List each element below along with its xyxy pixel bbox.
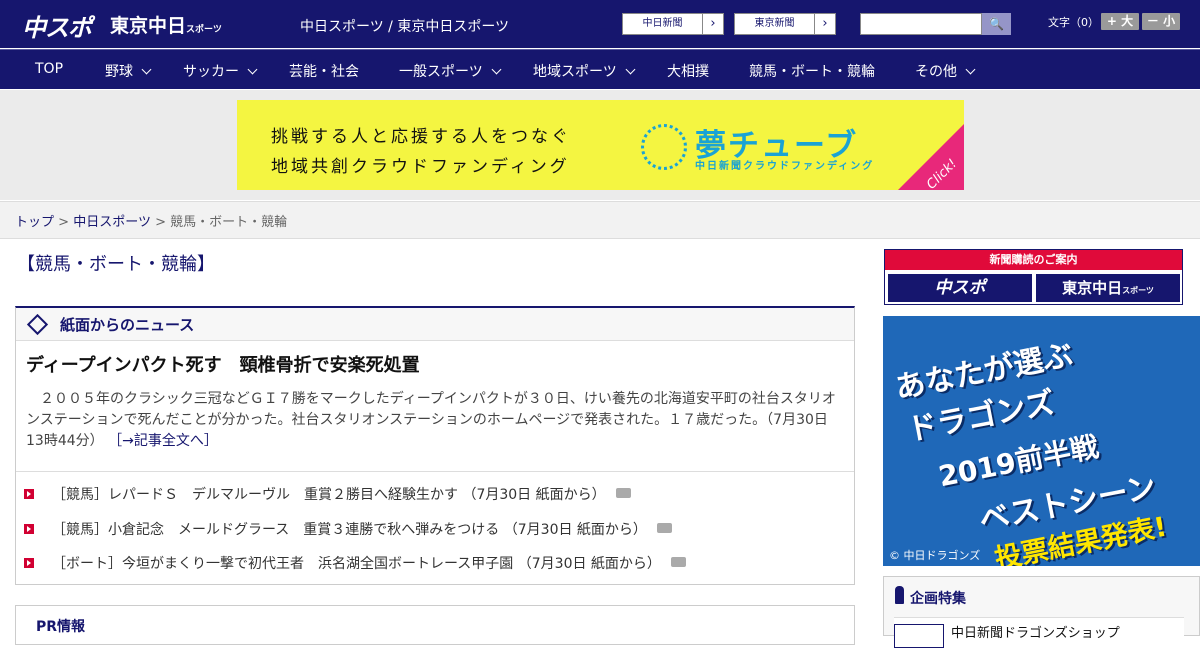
nav-item-soccer[interactable]: サッカー xyxy=(183,61,258,81)
search-input[interactable] xyxy=(860,13,982,35)
search-icon: 🔍 xyxy=(989,17,1004,31)
special-features-box: 企画特集 中日新聞ドラゴンズショップ xyxy=(883,576,1200,648)
chevron-right-icon: › xyxy=(814,14,835,34)
pin-icon xyxy=(895,586,904,604)
dragons-banner[interactable]: あなたが選ぶ ドラゴンズ 2019前半戦 ベストシーン 投票結果発表! © 中日… xyxy=(883,316,1200,566)
font-larger-button[interactable]: + 大 xyxy=(1101,13,1139,30)
camera-icon xyxy=(656,522,672,533)
chevron-down-icon xyxy=(141,64,152,75)
bullet-arrow-icon xyxy=(24,489,34,499)
site-header: 中スポ 東京中日スポーツ 中日スポーツ / 東京中日スポーツ 中日新聞 › 東京新… xyxy=(0,0,1200,48)
subscribe-title: 新聞購読のご案内 xyxy=(885,250,1182,270)
nav-item-local-sports[interactable]: 地域スポーツ xyxy=(533,61,636,81)
lead-article: ディープインパクト死す 頸椎骨折で安楽死処置 ２００５年のクラシック三冠などＧＩ… xyxy=(16,341,854,462)
nav-item-top[interactable]: TOP xyxy=(35,61,63,77)
read-more-link[interactable]: ［→記事全文へ］ xyxy=(108,433,218,449)
chevron-down-icon xyxy=(965,64,976,75)
news-list: ［競馬］レパードＳ デルマルーヴル 重賞２勝目へ経験生かす （7月30日 紙面か… xyxy=(24,484,686,588)
nav-item-keiba[interactable]: 競馬・ボート・競輪 xyxy=(749,61,875,81)
newspaper-icon xyxy=(26,313,49,335)
nav-item-sumo[interactable]: 大相撲 xyxy=(667,61,709,81)
bullet-arrow-icon xyxy=(24,558,34,568)
breadcrumb-chunichi-sports[interactable]: 中日スポーツ xyxy=(73,215,151,230)
chunichi-shimbun-link[interactable]: 中日新聞 › xyxy=(622,13,724,35)
subscribe-box: 新聞購読のご案内 中スポ 東京中日スポーツ xyxy=(884,249,1183,305)
news-section: 紙面からのニュース ディープインパクト死す 頸椎骨折で安楽死処置 ２００５年のク… xyxy=(15,306,855,585)
pr-title: PR情報 xyxy=(36,619,86,635)
breadcrumb-current: 競馬・ボート・競輪 xyxy=(170,215,288,230)
yume-tube-logo-icon xyxy=(641,124,687,170)
pr-section: PR情報 xyxy=(15,605,855,645)
list-item[interactable]: 中日新聞ドラゴンズショップ xyxy=(894,617,1184,648)
bullet-arrow-icon xyxy=(24,523,34,534)
camera-icon xyxy=(615,488,631,498)
breadcrumb: トップ > 中日スポーツ > 競馬・ボート・競輪 xyxy=(0,201,1200,239)
ad-area: 挑戦する人と応援する人をつなぐ 地域共創クラウドファンディング 夢チューブ 中日… xyxy=(0,90,1200,200)
dragons-credit: © 中日ドラゴンズ xyxy=(889,549,981,562)
ad-brand-sub: 中日新聞クラウドファンディング xyxy=(695,161,875,172)
chevron-down-icon xyxy=(625,64,636,75)
chunichi-sports-logo[interactable]: 中スポ xyxy=(22,8,92,43)
page-title: 【競馬・ボート・競輪】 xyxy=(17,254,215,275)
font-size-label: 文字（0） xyxy=(1048,16,1099,29)
list-item[interactable]: ［ボート］今垣がまくり一撃で初代王者 浜名湖全国ボートレース甲子園 （7月30日… xyxy=(24,553,686,588)
nav-item-general-sports[interactable]: 一般スポーツ xyxy=(399,61,502,81)
shop-logo-icon xyxy=(894,624,944,648)
main-nav: TOP 野球 サッカー 芸能・社会 一般スポーツ 地域スポーツ 大相撲 競馬・ボ… xyxy=(0,49,1200,89)
chevron-right-icon: › xyxy=(702,14,723,34)
chevron-down-icon xyxy=(247,64,258,75)
site-name: 中日スポーツ / 東京中日スポーツ xyxy=(300,19,510,35)
search-box: 🔍 xyxy=(860,13,1011,35)
chevron-down-icon xyxy=(491,64,502,75)
divider xyxy=(16,471,854,472)
list-item[interactable]: ［競馬］小倉記念 メールドグラース 重賞３連勝で秋へ弾みをつける （7月30日 … xyxy=(24,519,686,554)
crowdfunding-ad-banner[interactable]: 挑戦する人と応援する人をつなぐ 地域共創クラウドファンディング 夢チューブ 中日… xyxy=(237,100,964,190)
lead-headline[interactable]: ディープインパクト死す 頸椎骨折で安楽死処置 xyxy=(26,351,844,377)
nav-item-other[interactable]: その他 xyxy=(915,61,976,81)
font-smaller-button[interactable]: － 小 xyxy=(1142,13,1180,30)
subscribe-chunichi-button[interactable]: 中スポ xyxy=(888,274,1032,302)
lead-body: ２００５年のクラシック三冠などＧＩ７勝をマークしたディープインパクトが３０日、け… xyxy=(26,391,836,449)
list-item[interactable]: ［競馬］レパードＳ デルマルーヴル 重賞２勝目へ経験生かす （7月30日 紙面か… xyxy=(24,484,686,519)
camera-icon xyxy=(670,557,686,567)
tokyo-chunichi-logo[interactable]: 東京中日スポーツ xyxy=(110,11,222,38)
search-button[interactable]: 🔍 xyxy=(982,13,1011,35)
news-section-header: 紙面からのニュース xyxy=(16,308,854,341)
subscribe-tokyo-button[interactable]: 東京中日スポーツ xyxy=(1036,274,1180,302)
ad-line-1: 挑戦する人と応援する人をつなぐ xyxy=(271,127,571,147)
tokyo-shimbun-link[interactable]: 東京新聞 › xyxy=(734,13,836,35)
nav-item-entertainment[interactable]: 芸能・社会 xyxy=(289,61,359,81)
nav-item-baseball[interactable]: 野球 xyxy=(105,61,152,81)
breadcrumb-top[interactable]: トップ xyxy=(15,215,54,230)
special-features-title: 企画特集 xyxy=(910,591,966,607)
ad-line-2: 地域共創クラウドファンディング xyxy=(271,157,570,177)
